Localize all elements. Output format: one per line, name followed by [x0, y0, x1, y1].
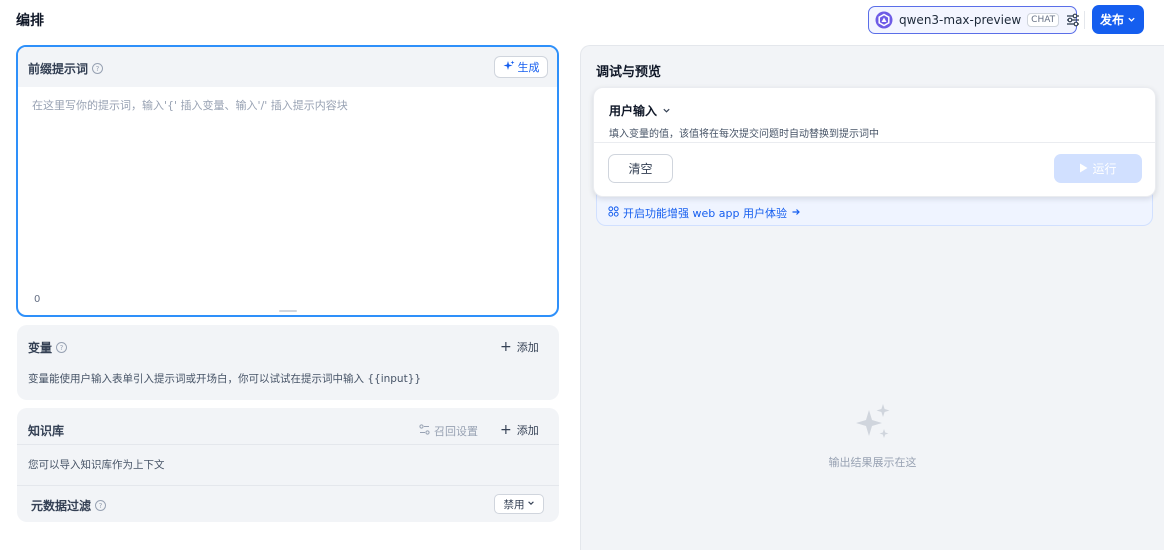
user-input-description: 填入变量的值，该值将在每次提交问题时自动替换到提示词中 [609, 129, 879, 140]
qwen-logo-icon [875, 11, 893, 29]
variables-panel: 变量 ? + 添加 变量能使用户输入表单引入提示词或开场白，你可以试试在提示词中… [17, 325, 559, 400]
plus-icon: + [500, 422, 512, 438]
divider [17, 485, 559, 486]
publish-button[interactable]: 发布 [1092, 5, 1144, 34]
sparkles-icon [852, 401, 894, 446]
chevron-down-icon [527, 498, 535, 510]
empty-output-text: 输出结果展示在这 [828, 456, 917, 469]
variables-title: 变量 ? [28, 339, 68, 356]
sparkle-icon [503, 60, 515, 75]
prompt-panel: 前缀提示词 ? 生成 0 [16, 45, 559, 317]
publish-label: 发布 [1099, 13, 1124, 27]
metadata-filter-title-text: 元数据过滤 [31, 499, 92, 513]
empty-output-state: 输出结果展示在这 [581, 401, 1164, 470]
help-icon[interactable]: ? [56, 342, 68, 353]
add-variable-button[interactable]: + 添加 [500, 339, 539, 355]
run-label: 运行 [1092, 162, 1117, 176]
chevron-down-icon [1127, 13, 1136, 27]
variables-title-text: 变量 [28, 341, 53, 355]
sliders-icon[interactable] [1065, 12, 1081, 28]
recall-settings-label: 召回设置 [434, 425, 478, 438]
variables-description: 变量能使用户输入表单引入提示词或开场白，你可以试试在提示词中输入 {{input… [28, 373, 422, 385]
enhance-webapp-link[interactable]: 开启功能增强 web app 用户体验 [608, 205, 801, 221]
features-icon [608, 206, 619, 220]
metadata-filter-select[interactable]: 禁用 [494, 494, 544, 514]
chevron-down-icon [662, 104, 671, 118]
metadata-filter-title: 元数据过滤 ? [31, 497, 107, 514]
arrow-right-icon [791, 207, 801, 220]
prompt-input[interactable] [32, 97, 542, 277]
knowledge-title: 知识库 [28, 424, 65, 438]
char-count: 0 [34, 294, 41, 305]
user-input-toggle[interactable]: 用户输入 [609, 102, 671, 119]
user-input-card: 用户输入 填入变量的值，该值将在每次提交问题时自动替换到提示词中 清空 运行 [593, 87, 1156, 197]
page-title: 编排 [16, 13, 44, 29]
divider [17, 444, 559, 445]
prompt-title-text: 前缀提示词 [28, 62, 89, 76]
divider [594, 142, 1155, 143]
prompt-header: 前缀提示词 ? 生成 [18, 47, 557, 87]
resize-handle[interactable] [279, 310, 297, 312]
plus-icon: + [500, 339, 512, 355]
model-type-badge: CHAT [1027, 13, 1060, 27]
run-button[interactable]: 运行 [1054, 154, 1142, 183]
model-name: qwen3-max-preview [899, 13, 1022, 27]
debug-preview-panel: 调试与预览 开启功能增强 web app 用户体验 用户输入 填入变量的值，该值… [580, 45, 1164, 550]
header-divider [1084, 11, 1085, 29]
user-input-title: 用户输入 [609, 104, 658, 118]
model-selector-button[interactable]: qwen3-max-preview CHAT [868, 6, 1080, 34]
generate-button[interactable]: 生成 [494, 56, 548, 78]
metadata-filter-value: 禁用 [503, 498, 525, 511]
recall-settings-icon [419, 424, 430, 438]
help-icon[interactable]: ? [92, 63, 104, 74]
knowledge-description: 您可以导入知识库作为上下文 [28, 459, 165, 471]
debug-title: 调试与预览 [596, 65, 662, 80]
clear-button[interactable]: 清空 [608, 154, 673, 183]
prompt-title: 前缀提示词 ? [28, 60, 104, 77]
add-variable-label: 添加 [516, 341, 539, 354]
add-knowledge-label: 添加 [516, 424, 539, 437]
play-icon [1079, 162, 1088, 176]
recall-settings-button[interactable]: 召回设置 [419, 423, 478, 439]
help-icon[interactable]: ? [95, 500, 107, 511]
knowledge-panel: 知识库 召回设置 + 添加 您可以导入知识库作为上下文 元数据过滤 ? 禁用 [17, 408, 559, 522]
enhance-link-text: 开启功能增强 web app 用户体验 [623, 207, 787, 220]
generate-label: 生成 [517, 61, 540, 74]
add-knowledge-button[interactable]: + 添加 [500, 422, 539, 438]
